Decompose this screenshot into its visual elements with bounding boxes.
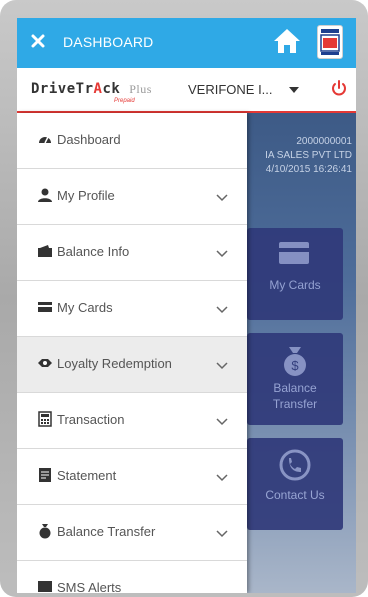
drawer-item-my-profile[interactable]: My Profile	[17, 169, 247, 225]
last-login-time: 4/10/2015 16:26:41	[265, 164, 352, 175]
dashboard-gauge-icon	[39, 136, 51, 144]
top-bar: DASHBOARD	[17, 18, 356, 68]
drawer-item-label: Statement	[57, 468, 117, 483]
logo-text-end: ck	[102, 81, 121, 97]
card-icon	[279, 242, 309, 264]
tile-my-cards[interactable]: My Cards	[247, 228, 343, 320]
drawer-item-balance-info[interactable]: Balance Info	[17, 225, 247, 281]
drawer-item-dashboard[interactable]: Dashboard	[17, 113, 247, 169]
transaction-icon	[38, 411, 52, 427]
chevron-down-icon[interactable]	[215, 417, 229, 427]
device-frame: 2000000001 IA SALES PVT LTD 4/10/2015 16…	[0, 0, 368, 597]
drawer-item-sms-alerts[interactable]: SMS Alerts	[17, 561, 247, 593]
drawer-item-my-cards[interactable]: My Cards	[17, 281, 247, 337]
logo-subtitle: Prepaid	[114, 98, 135, 104]
company-name: IA SALES PVT LTD	[265, 150, 352, 161]
brand-badge-icon	[317, 25, 343, 59]
chevron-down-icon[interactable]	[215, 305, 229, 315]
drawer-item-label: SMS Alerts	[57, 580, 122, 593]
tile-label: Balance	[273, 381, 317, 395]
chevron-down-icon[interactable]	[215, 249, 229, 259]
card-icon	[38, 302, 52, 312]
home-icon[interactable]	[272, 26, 302, 56]
chevron-down-icon[interactable]	[215, 529, 229, 539]
chevron-down-icon[interactable]	[215, 473, 229, 483]
account-bar: DriveTrAck Plus Prepaid VERIFONE I...	[17, 68, 356, 113]
drawer-item-label: Loyalty Redemption	[57, 356, 172, 371]
drawer-item-label: My Cards	[57, 300, 113, 315]
loyalty-icon	[38, 359, 52, 367]
account-info: 2000000001 IA SALES PVT LTD 4/10/2015 16…	[247, 135, 352, 177]
money-bag-icon	[39, 524, 51, 539]
drawer-item-label: Dashboard	[57, 132, 121, 147]
account-id: 2000000001	[296, 136, 352, 147]
app-logo: DriveTrAck Plus	[31, 81, 152, 97]
drawer-item-balance-transfer[interactable]: Balance Transfer	[17, 505, 247, 561]
chevron-down-icon[interactable]	[215, 361, 229, 371]
chevron-down-icon[interactable]	[289, 87, 299, 93]
logo-text: DriveTr	[31, 81, 94, 97]
device-select[interactable]: VERIFONE I...	[188, 82, 273, 97]
drawer-item-loyalty-redemption[interactable]: Loyalty Redemption	[17, 337, 247, 393]
page-title: DASHBOARD	[63, 34, 154, 50]
close-icon[interactable]	[30, 33, 46, 49]
user-icon	[38, 188, 52, 202]
tile-balance-transfer[interactable]: $ Balance Transfer	[247, 333, 343, 425]
drawer-item-statement[interactable]: Statement	[17, 449, 247, 505]
tile-label: Contact Us	[265, 488, 325, 502]
app-screen: 2000000001 IA SALES PVT LTD 4/10/2015 16…	[17, 18, 356, 593]
drawer-item-label: Transaction	[57, 412, 125, 427]
sms-icon	[38, 581, 52, 592]
chevron-down-icon[interactable]	[215, 193, 229, 203]
tile-label: Transfer	[272, 397, 318, 411]
drawer-item-label: Balance Transfer	[57, 524, 156, 539]
svg-text:$: $	[291, 358, 299, 373]
tile-label: My Cards	[269, 278, 321, 292]
navigation-drawer: Dashboard My Profile Balance Info My Car…	[17, 113, 247, 593]
balance-info-icon	[38, 245, 52, 257]
logo-plus: Plus	[129, 82, 152, 96]
drawer-item-label: My Profile	[57, 188, 115, 203]
phone-icon	[279, 449, 311, 481]
drawer-item-label: Balance Info	[57, 244, 130, 259]
statement-icon	[39, 468, 51, 482]
drawer-item-transaction[interactable]: Transaction	[17, 393, 247, 449]
tile-contact-us[interactable]: Contact Us	[247, 438, 343, 530]
power-icon[interactable]	[330, 79, 348, 97]
money-bag-icon: $	[284, 347, 306, 376]
